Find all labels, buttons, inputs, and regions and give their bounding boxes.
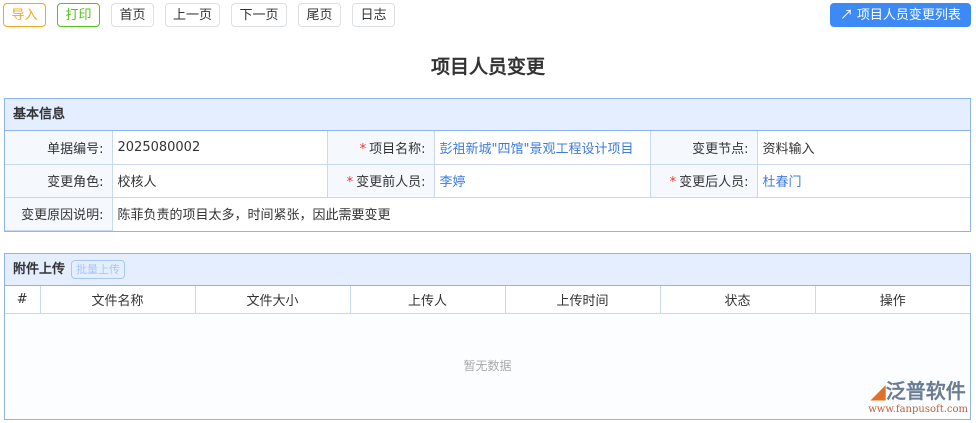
before-label: * 变更前人员: [326,163,435,198]
empty-text: 暂无数据 [5,313,970,418]
after-value[interactable]: 杜春门 [756,163,970,198]
basic-info-section: 基本信息 单据编号: 2025080002 * 项目名称: 彭祖新城"四馆"景观工… [4,98,971,232]
fanpu-logo: ◢泛普软件 www.fanpusoft.com [868,379,968,415]
last-page-button[interactable]: 尾页 [298,3,341,27]
reason-value: 陈菲负责的项目太多，时间紧张，因此需要变更 [111,196,970,230]
logo-mark-icon: ◢ [870,379,886,403]
col-upload-time: 上传时间 [504,286,661,314]
col-file-size: 文件大小 [194,286,351,314]
project-label: * 项目名称: [326,131,435,165]
col-status: 状态 [659,286,816,314]
import-button[interactable]: 导入 [3,3,46,27]
after-label: * 变更后人员: [649,163,758,198]
list-button[interactable]: ↗ 项目人员变更列表 [830,3,971,27]
list-button-label: 项目人员变更列表 [856,7,961,22]
attachment-section: 附件上传 批量上传 # 文件名称 文件大小 上传人 上传时间 状态 操作 暂无数据 [4,253,971,420]
prev-page-button[interactable]: 上一页 [165,3,220,27]
project-value[interactable]: 彭祖新城"四馆"景观工程设计项目 [433,131,651,165]
doc-no-label: 单据编号: [5,131,113,165]
section-title: 附件上传 批量上传 [5,254,970,286]
before-value[interactable]: 李婷 [433,163,651,198]
batch-upload-button[interactable]: 批量上传 [71,260,126,279]
node-label: 变更节点: [649,131,758,165]
print-button[interactable]: 打印 [57,3,100,27]
first-page-button[interactable]: 首页 [111,3,154,27]
col-file-name: 文件名称 [39,286,196,314]
col-actions: 操作 [814,286,970,314]
section-title: 基本信息 [5,99,970,131]
trend-icon: ↗ [840,7,854,22]
node-value: 资料输入 [756,131,970,165]
reason-label: 变更原因说明: [5,196,113,231]
next-page-button[interactable]: 下一页 [231,3,287,27]
page-title: 项目人员变更 [430,56,545,78]
col-index: # [5,286,41,314]
role-label: 变更角色: [5,163,113,198]
role-value: 校核人 [111,163,328,198]
col-uploader: 上传人 [349,286,506,314]
log-button[interactable]: 日志 [352,3,395,27]
doc-no-value: 2025080002 [111,131,328,165]
